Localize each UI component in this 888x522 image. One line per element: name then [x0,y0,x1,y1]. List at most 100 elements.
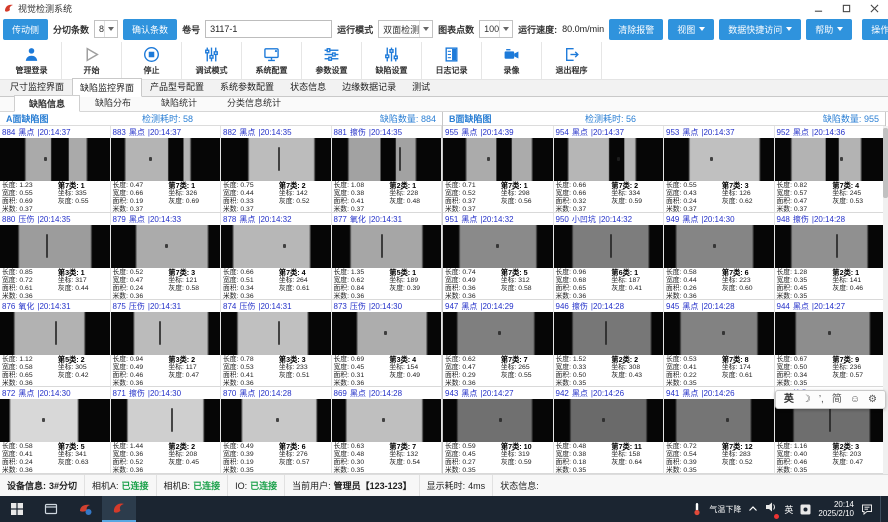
defect-cell[interactable]: 879 黑点 |20:14:33 长度: 0.52 宽度: 0.47 面积: 0… [111,213,222,300]
start-button[interactable]: 开始 [62,42,122,79]
defect-cell[interactable]: 947 黑点 |20:14:29 长度: 0.62 宽度: 0.47 面积: 0… [443,300,554,387]
slit-count-select[interactable]: 8 [94,20,118,38]
vertical-scrollbar[interactable] [883,126,888,474]
defect-cell[interactable]: 946 擦伤 |20:14:28 长度: 1.52 宽度: 0.33 面积: 0… [554,300,665,387]
defect-image[interactable] [664,138,774,181]
emoji-icon[interactable]: ☺ [850,395,860,405]
defect-cell[interactable]: 878 黑点 |20:14:32 长度: 0.66 宽度: 0.51 面积: 0… [221,213,332,300]
maximize-icon[interactable] [832,0,860,16]
defect-cell[interactable]: 877 氧化 |20:14:31 长度: 1.35 宽度: 0.62 面积: 0… [332,213,443,300]
defect-cell[interactable]: 872 黑点 |20:14:30 长度: 0.58 宽度: 0.41 面积: 0… [0,387,111,474]
subtab-defect-stats[interactable]: 缺陷统计 [146,94,212,111]
param-settings-button[interactable]: 参数设置 [302,42,362,79]
defect-image[interactable] [332,225,442,268]
admin-login-button[interactable]: 管理登录 [2,42,62,79]
subtab-class-stats[interactable]: 分类信息统计 [212,94,296,111]
ime-lang-toggle[interactable]: 英 [784,395,794,405]
record-video-button[interactable]: 录像 [482,42,542,79]
view-menu-button[interactable]: 视图 [668,19,714,40]
defect-image[interactable] [775,312,885,355]
operator-side-button[interactable]: 操作侧 [862,19,888,40]
tab-edge-data[interactable]: 边缘数据记录 [334,77,404,96]
tray-input-language[interactable]: 英 [784,503,793,516]
defect-image[interactable] [111,399,221,442]
notification-center-icon[interactable] [861,503,873,515]
gear-icon[interactable]: ⚙ [868,395,877,405]
run-mode-select[interactable]: 双面检测 [378,20,433,38]
defect-image[interactable] [221,138,331,181]
taskbar-app-explorer[interactable] [34,496,68,522]
tab-test[interactable]: 测试 [404,77,438,96]
defect-cell[interactable]: 944 黑点 |20:14:27 长度: 0.67 宽度: 0.50 面积: 0… [775,300,886,387]
defect-image[interactable] [554,225,664,268]
log-record-button[interactable]: 日志记录 [422,42,482,79]
defect-cell[interactable]: 881 擦伤 |20:14:35 长度: 1.08 宽度: 0.38 面积: 0… [332,126,443,213]
volume-icon[interactable] [765,500,777,518]
defect-image[interactable] [0,312,110,355]
defect-image[interactable] [443,399,553,442]
exit-program-button[interactable]: 退出程序 [542,42,602,79]
defect-image[interactable] [443,225,553,268]
subtab-defect-info[interactable]: 缺陷信息 [14,95,80,112]
defect-cell[interactable]: 952 黑点 |20:14:36 长度: 0.82 宽度: 0.57 面积: 0… [775,126,886,213]
defect-image[interactable] [0,399,110,442]
defect-cell[interactable]: 871 擦伤 |20:14:30 长度: 1.44 宽度: 0.36 面积: 0… [111,387,222,474]
defect-cell[interactable]: 870 黑点 |20:14:28 长度: 0.49 宽度: 0.39 面积: 0… [221,387,332,474]
defect-image[interactable] [664,399,774,442]
start-button[interactable] [0,496,34,522]
defect-cell[interactable]: 883 黑点 |20:14:37 长度: 0.47 宽度: 0.66 面积: 0… [111,126,222,213]
confirm-count-button[interactable]: 确认条数 [123,19,177,40]
defect-image[interactable] [443,138,553,181]
defect-image[interactable] [554,138,664,181]
defect-image[interactable] [332,399,442,442]
defect-cell[interactable]: 876 氧化 |20:14:31 长度: 1.12 宽度: 0.58 面积: 0… [0,300,111,387]
defect-cell[interactable]: 943 黑点 |20:14:27 长度: 0.59 宽度: 0.45 面积: 0… [443,387,554,474]
defect-cell[interactable]: 873 压伤 |20:14:30 长度: 0.69 宽度: 0.45 面积: 0… [332,300,443,387]
defect-image[interactable] [554,399,664,442]
defect-image[interactable] [332,312,442,355]
punctuation-toggle[interactable]: ’, [819,395,824,405]
defect-cell[interactable]: 945 黑点 |20:14:28 长度: 0.53 宽度: 0.41 面积: 0… [664,300,775,387]
subtab-defect-distribution[interactable]: 缺陷分布 [80,94,146,111]
ime-mode-icon[interactable] [800,504,811,515]
taskbar-clock[interactable]: 20:14 2025/2/10 [818,500,854,518]
defect-image[interactable] [111,225,221,268]
defect-cell[interactable]: 950 小凹坑 |20:14:32 长度: 0.96 宽度: 0.68 面积: … [554,213,665,300]
defect-image[interactable] [554,312,664,355]
defect-image[interactable] [775,138,885,181]
chevron-up-icon[interactable] [748,505,758,513]
defect-cell[interactable]: 953 黑点 |20:14:37 长度: 0.55 宽度: 0.43 面积: 0… [664,126,775,213]
defect-cell[interactable]: 951 黑点 |20:14:32 长度: 0.74 宽度: 0.49 面积: 0… [443,213,554,300]
drive-side-button[interactable]: 传动侧 [3,19,48,40]
chart-points-select[interactable]: 100 [479,20,513,38]
defect-cell[interactable]: 874 压伤 |20:14:31 长度: 0.78 宽度: 0.53 面积: 0… [221,300,332,387]
defect-cell[interactable]: 941 黑点 |20:14:26 长度: 0.72 宽度: 0.54 面积: 0… [664,387,775,474]
defect-image[interactable] [0,138,110,181]
system-config-button[interactable]: 系统配置 [242,42,302,79]
defect-image[interactable] [775,225,885,268]
defect-image[interactable] [111,138,221,181]
debug-mode-button[interactable]: 调试模式 [182,42,242,79]
taskbar-app-vision-active[interactable] [102,496,136,522]
data-access-menu-button[interactable]: 数据快捷访问 [719,19,801,40]
clear-alarm-button[interactable]: 清除报警 [609,19,663,40]
stop-button[interactable]: 停止 [122,42,182,79]
defect-cell[interactable]: 942 黑点 |20:14:26 长度: 0.48 宽度: 0.38 面积: 0… [554,387,665,474]
defect-cell[interactable]: 948 擦伤 |20:14:28 长度: 1.28 宽度: 0.35 面积: 0… [775,213,886,300]
defect-image[interactable] [332,138,442,181]
help-menu-button[interactable]: 帮助 [806,19,852,40]
defect-cell[interactable]: 869 黑点 |20:14:28 长度: 0.63 宽度: 0.48 面积: 0… [332,387,443,474]
defect-cell[interactable]: 949 黑点 |20:14:30 长度: 0.58 宽度: 0.44 面积: 0… [664,213,775,300]
minimize-icon[interactable] [804,0,832,16]
defect-settings-button[interactable]: 缺陷设置 [362,42,422,79]
defect-image[interactable] [443,312,553,355]
show-desktop-button[interactable] [880,496,884,522]
defect-cell[interactable]: 882 黑点 |20:14:35 长度: 0.75 宽度: 0.44 面积: 0… [221,126,332,213]
scrollbar-thumb[interactable] [883,128,888,198]
close-icon[interactable] [860,0,888,16]
ime-simplified-toggle[interactable]: 简 [832,395,842,405]
defect-image[interactable] [664,225,774,268]
weather-text[interactable]: 气温下降 [709,504,741,515]
defect-image[interactable] [221,312,331,355]
defect-cell[interactable]: 955 黑点 |20:14:39 长度: 0.71 宽度: 0.52 面积: 0… [443,126,554,213]
